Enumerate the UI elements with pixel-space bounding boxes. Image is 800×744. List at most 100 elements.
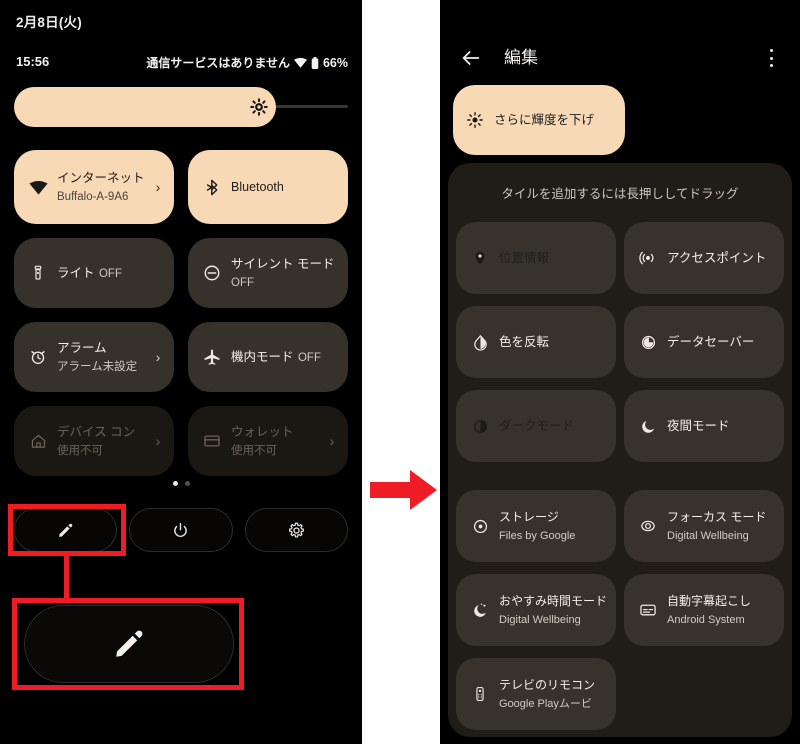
tile-subtitle: 使用不可 <box>57 445 103 457</box>
tile-subtitle: Files by Google <box>499 530 576 542</box>
tile-focus-mode[interactable]: フォーカス モード Digital Wellbeing <box>624 490 784 562</box>
tile-live-caption[interactable]: 自動字幕起こし Android System <box>624 574 784 646</box>
tile-data-saver[interactable]: データセーバー <box>624 306 784 378</box>
tile-bluetooth[interactable]: Bluetooth <box>188 150 348 224</box>
airplane-icon <box>202 347 222 367</box>
bedtime-icon <box>470 600 490 620</box>
tile-title: おやすみ時間モード <box>499 594 606 608</box>
power-button[interactable] <box>129 508 233 552</box>
settings-button[interactable] <box>244 508 348 552</box>
hotspot-icon <box>638 248 658 268</box>
status-indicators: 通信サービスはありません 66% <box>146 54 348 71</box>
added-tile-dim-brightness[interactable]: さらに輝度を下げ <box>453 85 625 155</box>
page-dot-2[interactable] <box>184 481 190 486</box>
data-saver-icon <box>638 332 658 352</box>
tv-remote-icon <box>470 684 490 704</box>
tile-title: ライト <box>57 266 95 280</box>
drag-hint-text: タイルを追加するには長押ししてドラッグ <box>501 187 739 201</box>
tile-title: フォーカス モード <box>667 510 767 524</box>
tile-title: 機内モード <box>231 350 294 364</box>
brightness-slider[interactable] <box>14 87 348 127</box>
tile-title: 夜間モード <box>667 419 730 433</box>
edit-tiles-screen: 編集 さらに輝度を下げ タイルを追加するには長押ししてドラッグ 位置情報 アクセ… <box>440 0 800 744</box>
battery-icon <box>311 56 319 69</box>
tile-internet[interactable]: インターネット Buffalo-A-9A6 › <box>14 150 174 224</box>
tile-alarm[interactable]: アラーム アラーム未設定 › <box>14 322 174 392</box>
home-icon <box>28 431 48 451</box>
chevron-right-icon[interactable]: › <box>152 179 164 195</box>
tile-invert-colors[interactable]: 色を反転 <box>456 306 616 378</box>
arrow-right-icon <box>370 470 437 510</box>
tile-hotspot[interactable]: アクセスポイント <box>624 222 784 294</box>
chevron-right-icon: › <box>155 433 161 449</box>
power-icon <box>174 522 188 537</box>
flashlight-icon <box>28 263 48 283</box>
quick-settings-tiles: インターネット Buffalo-A-9A6 › Bluetooth ライト OF… <box>14 150 348 476</box>
page-indicator <box>0 481 362 486</box>
screenshot-root: 2月8日(火) 15:56 通信サービスはありません 66% インターネット B… <box>0 0 800 744</box>
tile-title: 色を反転 <box>499 335 550 349</box>
status-time: 15:56 <box>16 54 50 69</box>
chevron-right-icon: › <box>329 433 335 449</box>
tile-subtitle: OFF <box>297 352 321 364</box>
tile-title: 自動字幕起こし <box>667 594 752 608</box>
chevron-right-icon[interactable]: › <box>152 349 164 365</box>
tile-title: Bluetooth <box>231 180 284 194</box>
available-tiles-group-1: 位置情報 アクセスポイント 色を反転 データセーバー ダークモード 夜間モード <box>456 222 784 462</box>
tile-flashlight[interactable]: ライト OFF <box>14 238 174 308</box>
tile-subtitle: OFF <box>231 277 254 289</box>
edit-button-highlight <box>8 504 126 556</box>
carrier-text: 通信サービスはありません <box>146 56 290 70</box>
tile-wallet: ウォレット 使用不可 › <box>188 406 348 476</box>
tile-subtitle: OFF <box>98 268 122 280</box>
do-not-disturb-icon <box>202 263 222 283</box>
tile-subtitle: Digital Wellbeing <box>667 530 749 542</box>
available-tiles-panel: タイルを追加するには長押ししてドラッグ 位置情報 アクセスポイント 色を反転 デ… <box>448 163 792 737</box>
tile-title: 位置情報 <box>499 251 550 265</box>
page-title: 編集 <box>504 48 538 67</box>
tile-subtitle: Digital Wellbeing <box>499 614 581 626</box>
tile-storage[interactable]: ストレージ Files by Google <box>456 490 616 562</box>
focus-mode-icon <box>638 516 658 536</box>
tile-airplane-mode[interactable]: 機内モード OFF <box>188 322 348 392</box>
tile-device-controls: デバイス コン 使用不可 › <box>14 406 174 476</box>
tile-silent-mode[interactable]: サイレント モード OFF <box>188 238 348 308</box>
tile-tv-remote[interactable]: テレビのリモコン Google Playムービ <box>456 658 616 730</box>
page-dot-1[interactable] <box>172 481 178 486</box>
tile-location[interactable]: 位置情報 <box>456 222 616 294</box>
overflow-menu-icon[interactable] <box>761 47 781 69</box>
tile-subtitle: Buffalo-A-9A6 <box>57 191 129 203</box>
tile-title: さらに輝度を下げ <box>494 113 595 127</box>
tile-dark-mode[interactable]: ダークモード <box>456 390 616 462</box>
tile-title: テレビのリモコン <box>499 678 596 692</box>
location-pin-icon <box>470 248 490 268</box>
tile-bedtime-mode[interactable]: おやすみ時間モード Digital Wellbeing <box>456 574 616 646</box>
live-caption-icon <box>638 600 658 620</box>
bluetooth-icon <box>202 177 222 197</box>
tile-subtitle: アラーム未設定 <box>57 361 138 373</box>
tile-subtitle: Google Playムービ <box>499 698 592 710</box>
tile-title: データセーバー <box>667 335 755 349</box>
tile-title: ウォレット <box>231 425 294 439</box>
tile-title: アクセスポイント <box>667 251 767 265</box>
brightness-fill <box>14 87 276 127</box>
tile-title: ダークモード <box>499 419 575 433</box>
storage-icon <box>470 516 490 536</box>
tile-title: インターネット <box>57 171 145 185</box>
night-light-icon <box>638 416 658 436</box>
battery-percent: 66% <box>322 55 348 70</box>
available-tiles-group-2: ストレージ Files by Google フォーカス モード Digital … <box>456 490 784 730</box>
brightness-icon <box>250 98 268 116</box>
wifi-icon <box>28 177 48 197</box>
tile-title: デバイス コン <box>57 425 136 439</box>
quick-settings-panel: 2月8日(火) 15:56 通信サービスはありません 66% インターネット B… <box>0 0 362 744</box>
alarm-icon <box>28 347 48 367</box>
status-bar: 15:56 通信サービスはありません 66% <box>0 54 362 72</box>
tile-title: アラーム <box>57 341 107 355</box>
tile-night-light[interactable]: 夜間モード <box>624 390 784 462</box>
dark-mode-icon <box>470 416 490 436</box>
back-arrow-icon[interactable] <box>459 46 483 70</box>
wifi-icon <box>293 57 307 68</box>
tile-title: ストレージ <box>499 510 559 524</box>
dim-brightness-icon <box>465 110 485 130</box>
